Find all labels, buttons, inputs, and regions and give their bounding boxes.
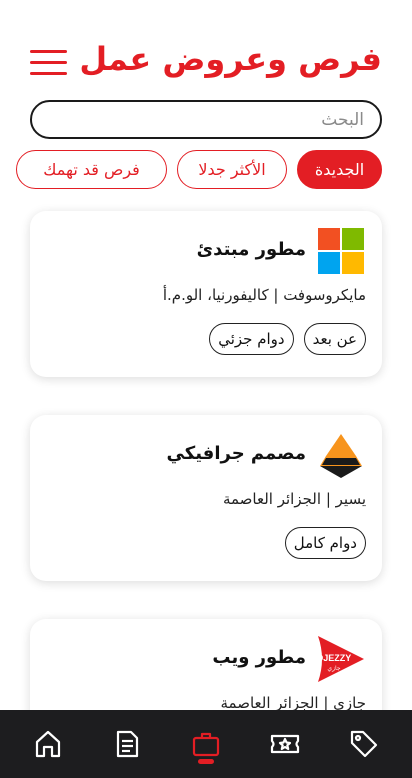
active-tab-indicator	[197, 759, 214, 764]
job-card[interactable]: مصمم جرافيكي يسير | الجزائر العاصمة دوام…	[30, 415, 382, 581]
search-field[interactable]	[30, 100, 382, 139]
document-icon	[116, 730, 138, 758]
ticket-icon	[271, 734, 300, 754]
job-title: مطور ويب	[212, 647, 306, 668]
filter-chip-most-discussed[interactable]: الأكثر جدلا	[177, 150, 287, 189]
briefcase-icon	[192, 732, 220, 757]
filter-chip-new[interactable]: الجديدة	[297, 150, 382, 189]
microsoft-logo	[316, 226, 366, 276]
nav-tab-documents[interactable]	[97, 714, 157, 774]
job-tags: دوام كامل	[284, 527, 366, 559]
tag-icon	[351, 730, 378, 758]
filter-chips: الجديدة الأكثر جدلا فرص قد تهمك	[0, 150, 412, 190]
home-icon	[35, 730, 60, 758]
nav-tab-offers[interactable]	[334, 714, 394, 774]
job-tag: دوام جزئي	[209, 323, 294, 355]
job-card[interactable]: مطور مبتدئ مايكروسوفت | كاليفورنيا، الو.…	[30, 211, 382, 377]
djezzy-logo: DJEZZY جازي	[316, 634, 366, 684]
page-title: فرص وعروض عمل	[79, 40, 382, 78]
search-input[interactable]	[32, 102, 380, 137]
job-title: مصمم جرافيكي	[166, 443, 306, 464]
job-title: مطور مبتدئ	[196, 239, 306, 260]
nav-tab-events[interactable]	[255, 714, 315, 774]
job-company-location: يسير | الجزائر العاصمة	[222, 490, 366, 508]
svg-text:DJEZZY: DJEZZY	[317, 653, 352, 663]
svg-text:جازي: جازي	[327, 665, 340, 672]
yassir-logo	[316, 430, 366, 480]
app-header: فرص وعروض عمل	[0, 38, 412, 88]
nav-tab-home[interactable]	[18, 714, 78, 774]
hamburger-menu-icon[interactable]	[30, 50, 67, 76]
job-company-location: مايكروسوفت | كاليفورنيا، الو.م.أ	[162, 286, 366, 304]
job-tag: دوام كامل	[284, 527, 366, 559]
filter-chip-recommended[interactable]: فرص قد تهمك	[16, 150, 167, 189]
bottom-navigation	[0, 710, 412, 778]
nav-tab-jobs[interactable]	[176, 714, 236, 774]
job-tag: عن بعد	[303, 323, 366, 355]
job-tags: عن بعد دوام جزئي	[209, 323, 366, 355]
